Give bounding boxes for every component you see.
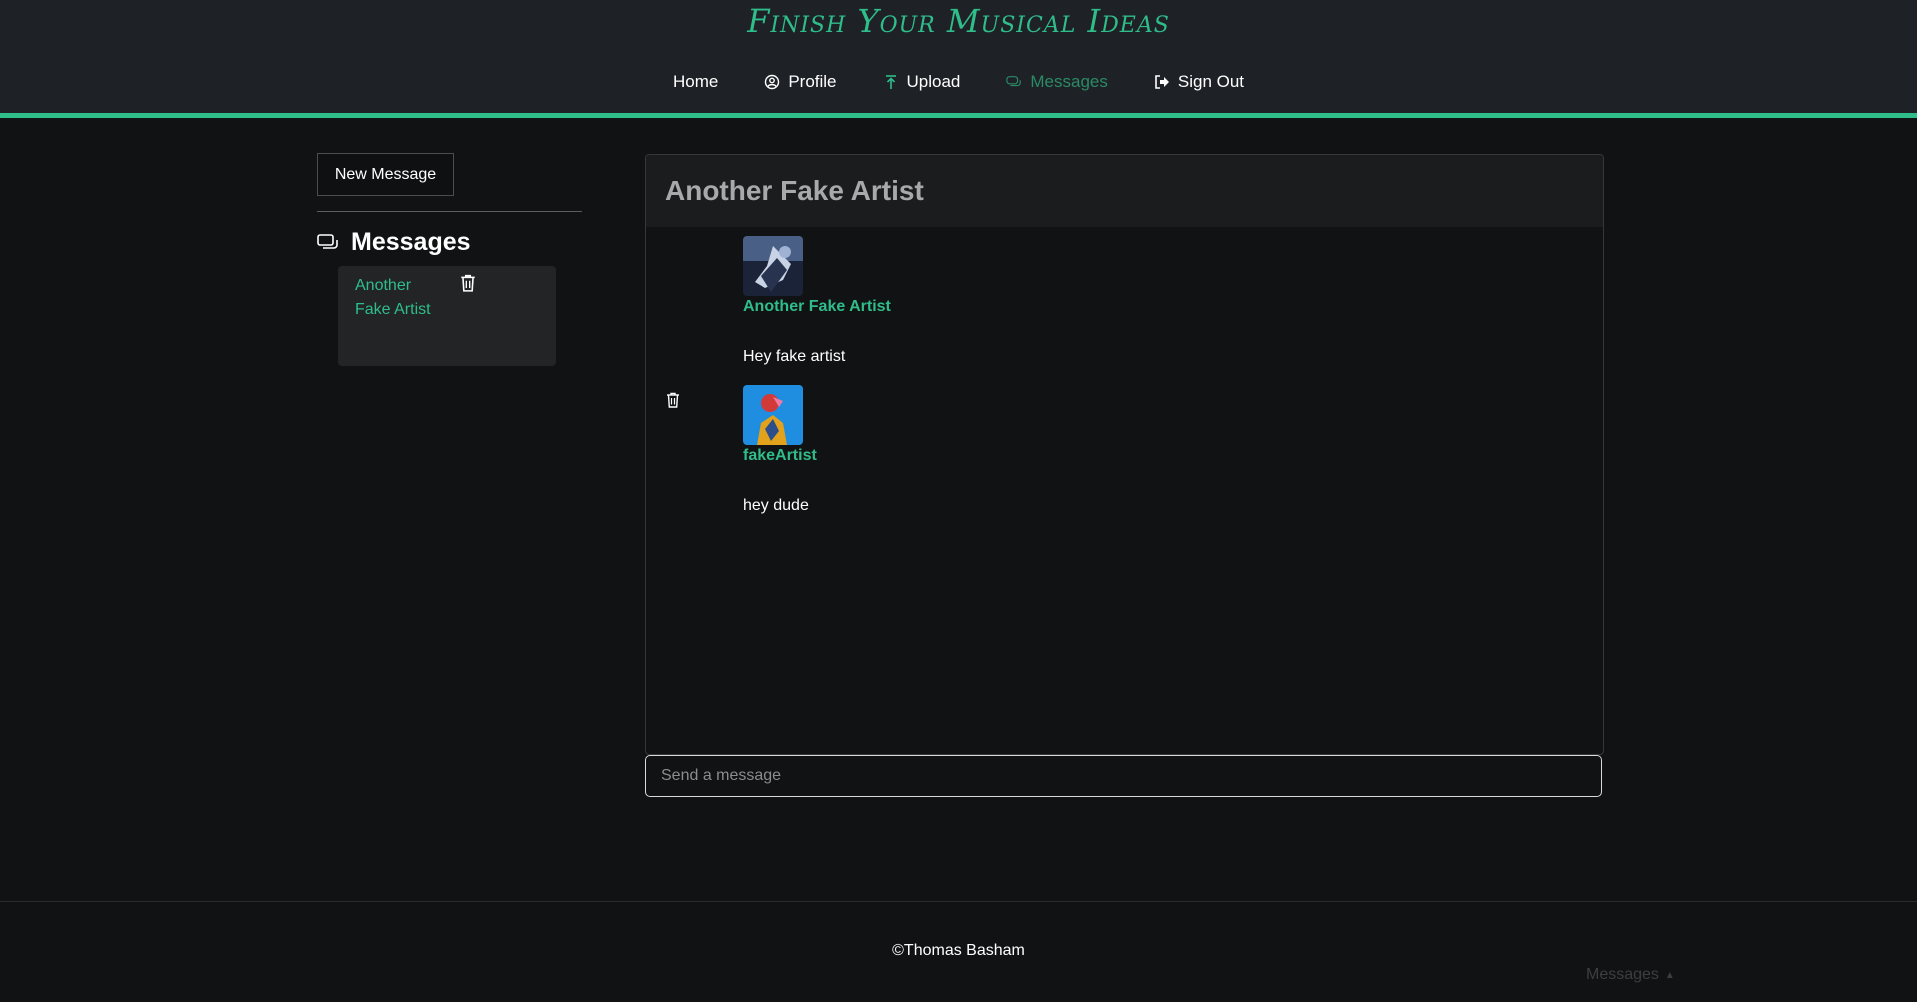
new-message-button[interactable]: New Message [317,153,454,196]
main-nav: Home Profile Upload Messages Sign Out [0,72,1917,92]
sidebar-title: Messages [351,228,471,256]
messages-dock[interactable]: Messages ▲ [1586,966,1675,984]
sidebar-divider [317,211,582,212]
message-text: hey dude [743,497,809,514]
sidebar-heading: Messages [317,228,471,257]
avatar[interactable] [743,236,803,296]
chat-bubbles-icon [317,233,338,249]
avatar[interactable] [743,385,803,445]
message-item: fakeArtist hey dude [743,385,817,515]
nav-sign-out-label: Sign Out [1177,72,1245,91]
conversation-name[interactable]: Another Fake Artist [355,274,435,322]
nav-sign-out[interactable]: Sign Out [1154,72,1244,92]
footer: ©Thomas Basham Messages ▲ [0,901,1917,1002]
nav-upload[interactable]: Upload [883,72,961,92]
chat-panel: Another Fake Artist Another Fake Artist … [645,154,1604,755]
nav-profile-label: Profile [788,72,837,91]
sign-out-icon [1155,75,1169,89]
nav-home[interactable]: Home [673,72,718,92]
nav-profile[interactable]: Profile [764,72,837,92]
chat-bubbles-icon [1006,76,1022,87]
site-brand[interactable]: Finish Your Musical Ideas [0,2,1917,40]
chat-title: Another Fake Artist [665,175,924,206]
messages-dock-label: Messages [1586,966,1659,983]
nav-upload-label: Upload [906,72,961,91]
nav-messages[interactable]: Messages [1006,72,1108,92]
chat-header: Another Fake Artist [646,155,1603,227]
chevron-up-icon: ▲ [1664,969,1675,981]
nav-messages-label: Messages [1030,72,1108,91]
message-input[interactable] [645,755,1602,797]
upload-icon [885,75,896,89]
nav-home-label: Home [672,72,719,91]
trash-icon[interactable] [460,274,476,292]
top-header: Finish Your Musical Ideas Home Profile U… [0,0,1917,118]
message-sender[interactable]: Another Fake Artist [743,298,891,316]
message-text: Hey fake artist [743,348,846,365]
message-sender[interactable]: fakeArtist [743,447,817,465]
user-circle-icon [765,74,780,90]
copyright-text: ©Thomas Basham [892,942,1025,959]
conversation-item[interactable]: Another Fake Artist [338,266,556,366]
trash-icon[interactable] [666,392,680,408]
message-item: Another Fake Artist Hey fake artist [743,236,891,366]
